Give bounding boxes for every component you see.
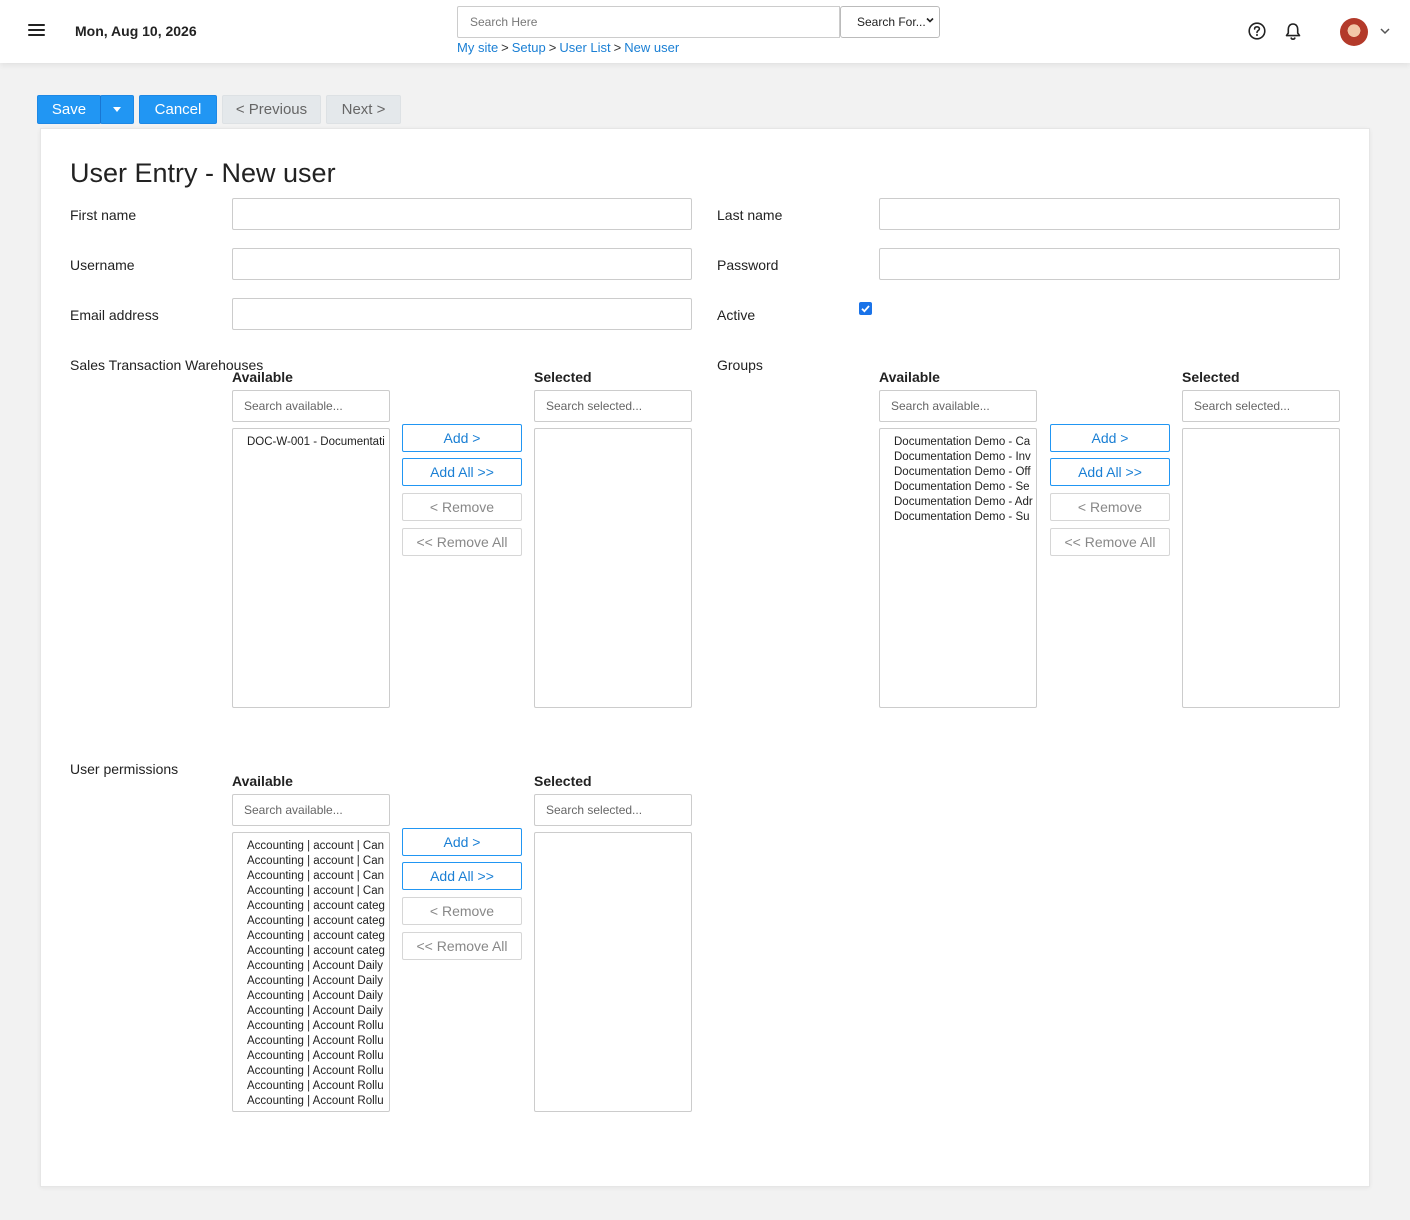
list-item[interactable]: Accounting | Account Rollu: [247, 1064, 389, 1079]
warehouses-search-available[interactable]: [232, 390, 390, 422]
first-name-label: First name: [70, 207, 137, 223]
warehouses-remove-button[interactable]: < Remove: [402, 493, 522, 521]
warehouses-selected-heading: Selected: [534, 369, 592, 385]
permissions-available-heading: Available: [232, 773, 293, 789]
groups-add-button[interactable]: Add >: [1050, 424, 1170, 452]
email-label: Email address: [70, 307, 159, 323]
permissions-label: User permissions: [70, 761, 179, 777]
permissions-available-list[interactable]: Accounting | account | Can Accounting | …: [232, 832, 390, 1112]
username-label: Username: [70, 257, 135, 273]
active-label: Active: [717, 307, 756, 323]
help-icon[interactable]: [1248, 22, 1266, 40]
permissions-search-selected[interactable]: [534, 794, 692, 826]
username-field[interactable]: [232, 248, 692, 280]
list-item[interactable]: Accounting | Account Daily: [247, 959, 389, 974]
active-checkbox[interactable]: [859, 302, 872, 315]
warehouses-available-heading: Available: [232, 369, 293, 385]
save-options-button[interactable]: [100, 95, 134, 124]
top-bar: Mon, Aug 10, 2026 Search For... My site>…: [0, 0, 1410, 63]
last-name-field[interactable]: [879, 198, 1340, 230]
last-name-label: Last name: [717, 207, 783, 223]
list-item[interactable]: Accounting | account | Can: [247, 884, 389, 899]
list-item[interactable]: Documentation Demo - Su: [894, 510, 1036, 525]
list-item[interactable]: Accounting | Account Daily: [247, 1004, 389, 1019]
save-button[interactable]: Save: [37, 95, 101, 124]
first-name-field[interactable]: [232, 198, 692, 230]
permissions-add-all-button[interactable]: Add All >>: [402, 862, 522, 890]
permissions-add-button[interactable]: Add >: [402, 828, 522, 856]
permissions-remove-all-button[interactable]: << Remove All: [402, 932, 522, 960]
list-item[interactable]: Documentation Demo - Ca: [894, 435, 1036, 450]
search-input[interactable]: [457, 6, 840, 38]
list-item[interactable]: Accounting | account categ: [247, 944, 389, 959]
list-item[interactable]: Accounting | account categ: [247, 914, 389, 929]
groups-remove-all-button[interactable]: << Remove All: [1050, 528, 1170, 556]
list-item[interactable]: Accounting | account | Can: [247, 869, 389, 884]
caret-down-icon: [113, 107, 121, 112]
groups-available-list[interactable]: Documentation Demo - Ca Documentation De…: [879, 428, 1037, 708]
list-item[interactable]: Documentation Demo - Off: [894, 465, 1036, 480]
breadcrumb-separator: >: [613, 40, 622, 55]
avatar[interactable]: [1340, 18, 1368, 46]
list-item[interactable]: Accounting | account categ: [247, 929, 389, 944]
warehouses-remove-all-button[interactable]: << Remove All: [402, 528, 522, 556]
password-field[interactable]: [879, 248, 1340, 280]
groups-remove-button[interactable]: < Remove: [1050, 493, 1170, 521]
groups-selected-heading: Selected: [1182, 369, 1240, 385]
list-item[interactable]: Accounting | account categ: [247, 899, 389, 914]
groups-selected-list[interactable]: [1182, 428, 1340, 708]
permissions-remove-button[interactable]: < Remove: [402, 897, 522, 925]
list-item[interactable]: Accounting | Account Daily: [247, 989, 389, 1004]
groups-add-all-button[interactable]: Add All >>: [1050, 458, 1170, 486]
list-item[interactable]: Accounting | Account Rollu: [247, 1019, 389, 1034]
next-button[interactable]: Next >: [326, 95, 401, 124]
search-scope-select[interactable]: Search For...: [840, 6, 940, 38]
groups-label: Groups: [717, 357, 763, 373]
previous-button[interactable]: < Previous: [222, 95, 321, 124]
breadcrumb: My site > Setup > User List > New user: [457, 40, 679, 55]
list-item[interactable]: Documentation Demo - Adr: [894, 495, 1036, 510]
groups-search-selected[interactable]: [1182, 390, 1340, 422]
list-item[interactable]: Accounting | Account Rollu: [247, 1034, 389, 1049]
groups-search-available[interactable]: [879, 390, 1037, 422]
breadcrumb-new-user[interactable]: New user: [624, 40, 679, 55]
list-item[interactable]: Accounting | Account Rollu: [247, 1079, 389, 1094]
breadcrumb-separator: >: [548, 40, 557, 55]
list-item[interactable]: DOC-W-001 - Documentati: [247, 435, 389, 450]
permissions-selected-heading: Selected: [534, 773, 592, 789]
warehouses-search-selected[interactable]: [534, 390, 692, 422]
list-item[interactable]: Accounting | Account Rollu: [247, 1049, 389, 1064]
page-title: User Entry - New user: [70, 158, 336, 188]
breadcrumb-setup[interactable]: Setup: [512, 40, 546, 55]
menu-icon[interactable]: [28, 24, 45, 38]
search-scope-value: Search For...: [857, 15, 926, 29]
warehouses-selected-list[interactable]: [534, 428, 692, 708]
breadcrumb-separator: >: [501, 40, 509, 55]
password-label: Password: [717, 257, 779, 273]
permissions-search-available[interactable]: [232, 794, 390, 826]
permissions-selected-list[interactable]: [534, 832, 692, 1112]
chevron-down-icon: [926, 17, 934, 23]
checkmark-icon: [861, 305, 870, 313]
chevron-down-icon[interactable]: [1380, 27, 1390, 35]
cancel-button[interactable]: Cancel: [139, 95, 217, 124]
breadcrumb-user-list[interactable]: User List: [559, 40, 610, 55]
current-date: Mon, Aug 10, 2026: [75, 23, 197, 39]
list-item[interactable]: Accounting | Account Rollu: [247, 1094, 389, 1109]
email-field[interactable]: [232, 298, 692, 330]
notifications-bell-icon[interactable]: [1284, 22, 1302, 41]
warehouses-available-list[interactable]: DOC-W-001 - Documentati: [232, 428, 390, 708]
list-item[interactable]: Accounting | account | Can: [247, 839, 389, 854]
list-item[interactable]: Accounting | account | Can: [247, 854, 389, 869]
list-item[interactable]: Documentation Demo - Se: [894, 480, 1036, 495]
breadcrumb-my-site[interactable]: My site: [457, 40, 498, 55]
list-item[interactable]: Accounting | Account Daily: [247, 974, 389, 989]
groups-available-heading: Available: [879, 369, 940, 385]
warehouses-add-button[interactable]: Add >: [402, 424, 522, 452]
warehouses-add-all-button[interactable]: Add All >>: [402, 458, 522, 486]
list-item[interactable]: Documentation Demo - Inv: [894, 450, 1036, 465]
